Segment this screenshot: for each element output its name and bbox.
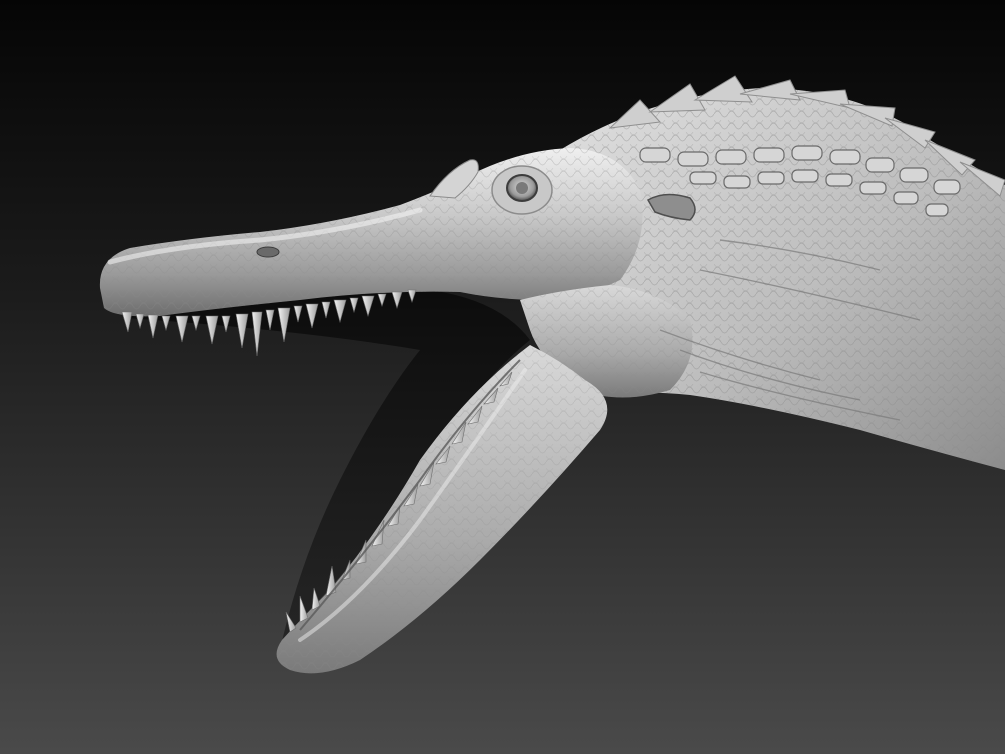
sculpt-render — [99, 75, 1005, 674]
eye-pupil — [516, 182, 528, 194]
nostril — [256, 246, 280, 258]
render-viewport — [0, 0, 1005, 754]
upper-jaw-scale-texture — [99, 148, 643, 317]
